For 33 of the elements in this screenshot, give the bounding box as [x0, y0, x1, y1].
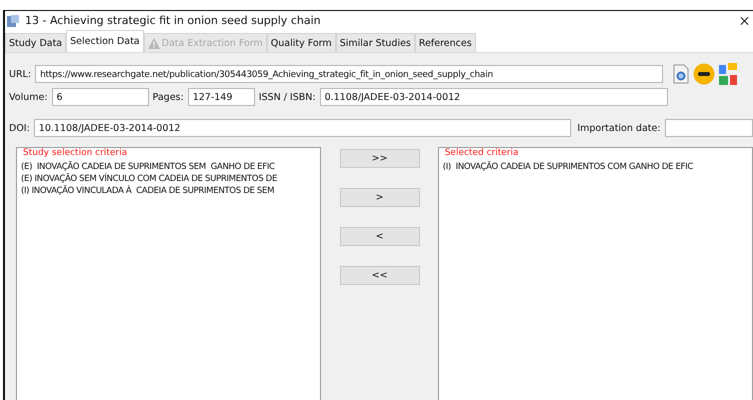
volume-label: Volume:: [9, 92, 48, 102]
pages-field[interactable]: 127-149: [188, 88, 255, 106]
move-button[interactable]: >>: [340, 149, 420, 168]
url-label: URL:: [9, 68, 32, 80]
tab[interactable]: Selection Data: [66, 30, 144, 52]
criteria-item[interactable]: (E) INOVAÇÃO SEM VÍNCULO COM CADEIA DE SUPRIMENTOS DE: [21, 173, 318, 185]
volume-field[interactable]: 6: [52, 88, 149, 106]
window-title: 13 - Achieving strategic fit in onion seed supply chain: [25, 14, 321, 27]
app-icon: [6, 14, 20, 28]
criteria-item[interactable]: (E) INOVAÇÃO CADEIA DE SUPRIMENTOS SEM GANHO DE EFIC: [21, 161, 318, 173]
criteria-item[interactable]: (I) INOVAÇÃO CADEIA DE SUPRIMENTOS COM GANHO DE EFIC: [442, 161, 749, 173]
importation-date-field[interactable]: [664, 119, 753, 137]
warning-icon: [148, 38, 160, 48]
tab[interactable]: References: [414, 33, 476, 52]
doi-label: DOI:: [9, 122, 30, 134]
close-icon[interactable]: [740, 16, 749, 26]
issn-label: ISSN / ISBN:: [258, 92, 316, 102]
colored-blocks-icon[interactable]: [719, 63, 738, 85]
panel-title: Study selection criteria: [23, 148, 130, 158]
move-button[interactable]: <: [340, 227, 420, 246]
tab[interactable]: Study Data: [5, 33, 66, 52]
globe-document-icon[interactable]: [673, 64, 690, 84]
doi-field[interactable]: 10.1108/JADEE-03-2014-0012: [34, 119, 572, 137]
panel-title: Selected criteria: [444, 148, 520, 158]
move-button[interactable]: >: [340, 188, 420, 207]
move-button[interactable]: <<: [340, 266, 420, 285]
tab[interactable]: Similar Studies: [336, 33, 415, 52]
tab[interactable]: Quality Form: [266, 33, 336, 52]
importation-date-label: Importation date:: [577, 122, 661, 134]
pages-label: Pages:: [152, 92, 184, 102]
issn-field[interactable]: 0.1108/JADEE-03-2014-0012: [320, 88, 668, 106]
url-field[interactable]: https://www.researchgate.net/publication/305443059_Achieving_strategic_fit_in_onion_seed_supply_chain: [35, 65, 664, 83]
criteria-item[interactable]: (I) INOVAÇÃO VINCULADA À CADEIA DE SUPRIMENTOS DE SEM: [21, 185, 318, 197]
